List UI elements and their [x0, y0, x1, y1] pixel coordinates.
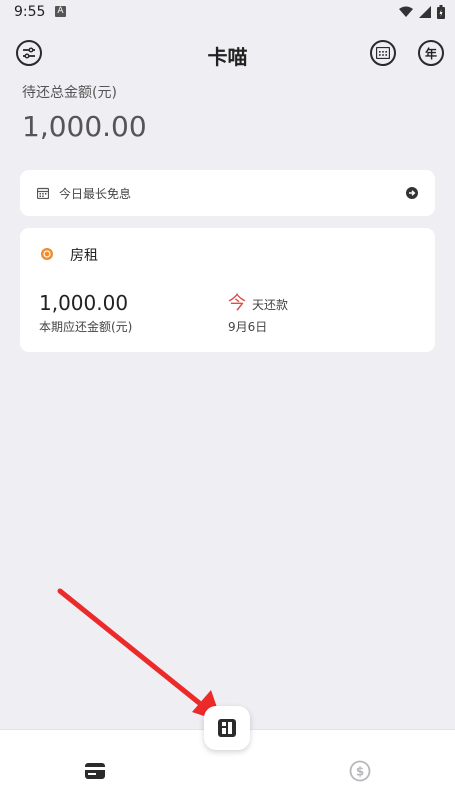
grid-icon [218, 719, 236, 737]
bill-amount-label: 本期应还金额(元) [39, 320, 133, 334]
due-date: 9月6日 [228, 320, 268, 334]
pending-total-amount: 1,000.00 [22, 110, 147, 143]
due-suffix: 天还款 [252, 298, 289, 312]
due-today-char: 今 [228, 293, 246, 314]
longest-free-interest-card[interactable]: 今日最长免息 [20, 170, 435, 216]
card-icon[interactable] [84, 761, 106, 781]
year-icon[interactable]: 年 [418, 40, 444, 66]
battery-icon [437, 5, 445, 19]
bill-category-icon [41, 248, 53, 260]
pending-total-label: 待还总金额(元) [22, 85, 117, 101]
dollar-circle-icon[interactable]: $ [349, 760, 371, 782]
status-bar: 9:55 A [0, 0, 455, 26]
svg-text:$: $ [356, 765, 364, 779]
bill-amount: 1,000.00 [39, 291, 129, 315]
bill-card[interactable]: 房租 1,000.00 本期应还金额(元) 今 天还款 9月6日 [20, 228, 435, 352]
wifi-icon [399, 6, 413, 17]
calendar-icon [37, 187, 49, 199]
calendar-grid-icon[interactable] [370, 40, 396, 66]
arrow-right-circle-icon [406, 187, 418, 199]
status-time: 9:55 [14, 4, 46, 20]
signal-icon [419, 6, 431, 18]
status-icons [399, 5, 445, 19]
free-interest-label: 今日最长免息 [59, 187, 132, 201]
notification-icon: A [55, 6, 66, 17]
center-grid-button[interactable] [204, 706, 250, 750]
year-label: 年 [424, 46, 437, 61]
bill-name: 房租 [70, 248, 98, 264]
